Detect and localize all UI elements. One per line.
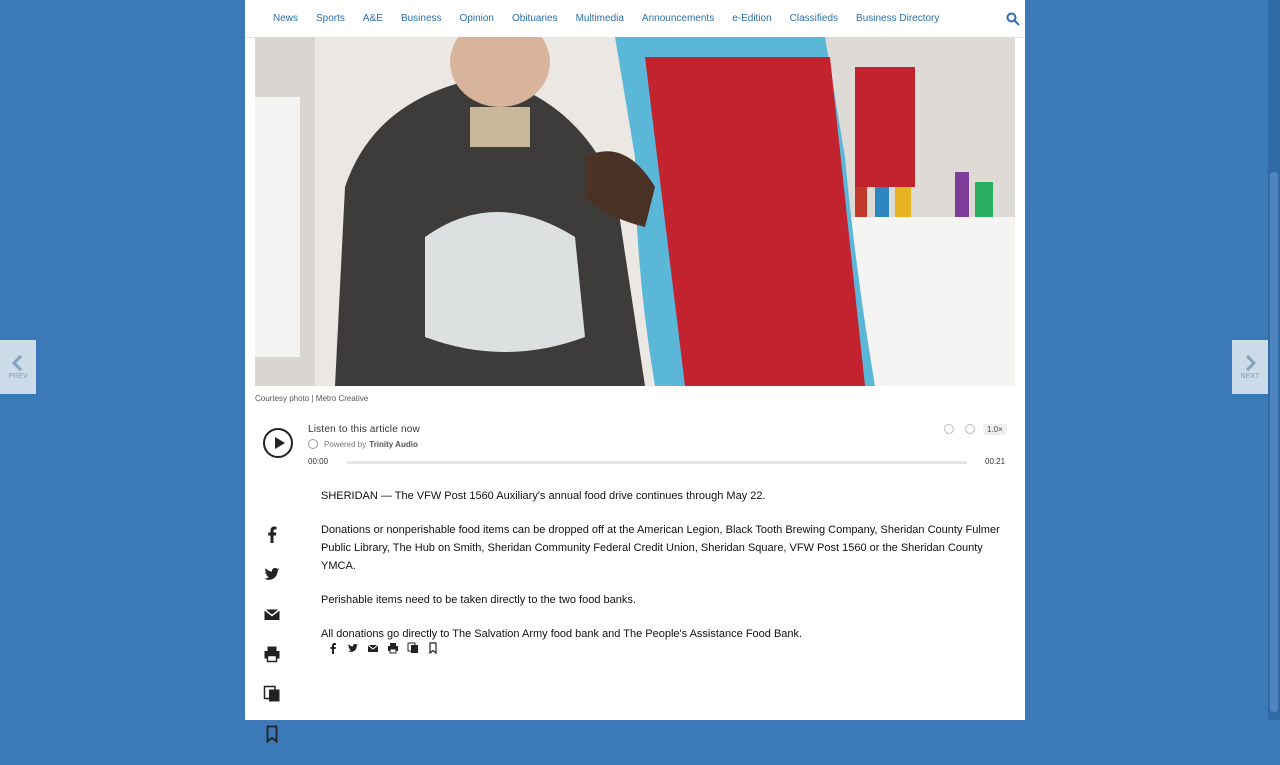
- next-article-button[interactable]: NEXT: [1232, 340, 1268, 394]
- chevron-left-icon: [11, 354, 23, 371]
- nav-item-sports[interactable]: Sports: [316, 13, 345, 24]
- nav-item-business-directory[interactable]: Business Directory: [856, 13, 939, 24]
- print-icon[interactable]: [387, 642, 399, 654]
- audio-progress-bar[interactable]: [347, 461, 967, 464]
- copy-icon[interactable]: [407, 642, 419, 654]
- time-duration: 00:21: [985, 457, 1006, 466]
- time-elapsed: 00:00: [308, 457, 329, 466]
- prev-label: PREV: [8, 372, 28, 380]
- inline-share-bar: [327, 642, 447, 654]
- rewind-icon[interactable]: [944, 424, 954, 434]
- forward-icon[interactable]: [965, 424, 975, 434]
- scrollbar[interactable]: [1268, 0, 1280, 720]
- nav-item-obituaries[interactable]: Obituaries: [512, 13, 558, 24]
- hero-photo: [255, 37, 1015, 386]
- next-label: NEXT: [1240, 372, 1260, 380]
- twitter-icon[interactable]: [263, 565, 281, 583]
- article-paragraph: Perishable items need to be taken direct…: [321, 594, 636, 606]
- page-container: News Sports A&E Business Opinion Obituar…: [245, 0, 1025, 744]
- playback-speed-button[interactable]: 1.0×: [983, 424, 1007, 435]
- globe-icon: [308, 439, 318, 449]
- print-icon[interactable]: [263, 645, 281, 663]
- twitter-icon[interactable]: [347, 642, 359, 654]
- article-paragraph: Donations or nonperishable food items ca…: [321, 524, 1000, 572]
- bookmark-icon[interactable]: [427, 642, 439, 654]
- audio-player: Listen to this article now Powered by Tr…: [263, 420, 1008, 472]
- article-body: SHERIDAN — The VFW Post 1560 Auxiliary's…: [321, 487, 1011, 659]
- nav-item-ae[interactable]: A&E: [363, 13, 383, 24]
- top-navigation: News Sports A&E Business Opinion Obituar…: [245, 0, 1025, 38]
- powered-brand[interactable]: Trinity Audio: [369, 440, 418, 449]
- nav-item-business[interactable]: Business: [401, 13, 442, 24]
- article-paragraph: SHERIDAN — The VFW Post 1560 Auxiliary's…: [321, 490, 766, 502]
- powered-prefix: Powered by: [324, 439, 367, 449]
- nav-item-announcements[interactable]: Announcements: [642, 13, 714, 24]
- listen-label: Listen to this article now: [308, 424, 420, 435]
- photo-caption: Courtesy photo | Metro Creative: [255, 394, 369, 403]
- nav-item-multimedia[interactable]: Multimedia: [576, 13, 624, 24]
- facebook-icon[interactable]: [327, 642, 339, 654]
- nav-item-e-edition[interactable]: e-Edition: [732, 13, 771, 24]
- scrollbar-thumb[interactable]: [1270, 172, 1278, 712]
- nav-item-opinion[interactable]: Opinion: [460, 13, 494, 24]
- facebook-icon[interactable]: [263, 525, 281, 543]
- nav-item-news[interactable]: News: [273, 13, 298, 24]
- bookmark-icon[interactable]: [263, 725, 281, 744]
- article-paragraph: All donations go directly to The Salvati…: [321, 628, 803, 640]
- powered-by: Powered by Trinity Audio: [308, 439, 418, 449]
- nav-menu: News Sports A&E Business Opinion Obituar…: [273, 13, 957, 24]
- search-icon[interactable]: [1006, 12, 1020, 26]
- play-button[interactable]: [263, 428, 293, 458]
- nav-item-classifieds[interactable]: Classifieds: [790, 13, 838, 24]
- chevron-right-icon: [1245, 354, 1257, 371]
- email-icon[interactable]: [367, 642, 379, 654]
- email-icon[interactable]: [263, 605, 281, 623]
- copy-icon[interactable]: [263, 685, 281, 703]
- prev-article-button[interactable]: PREV: [0, 340, 36, 394]
- sidebar-share-bar: [263, 525, 281, 765]
